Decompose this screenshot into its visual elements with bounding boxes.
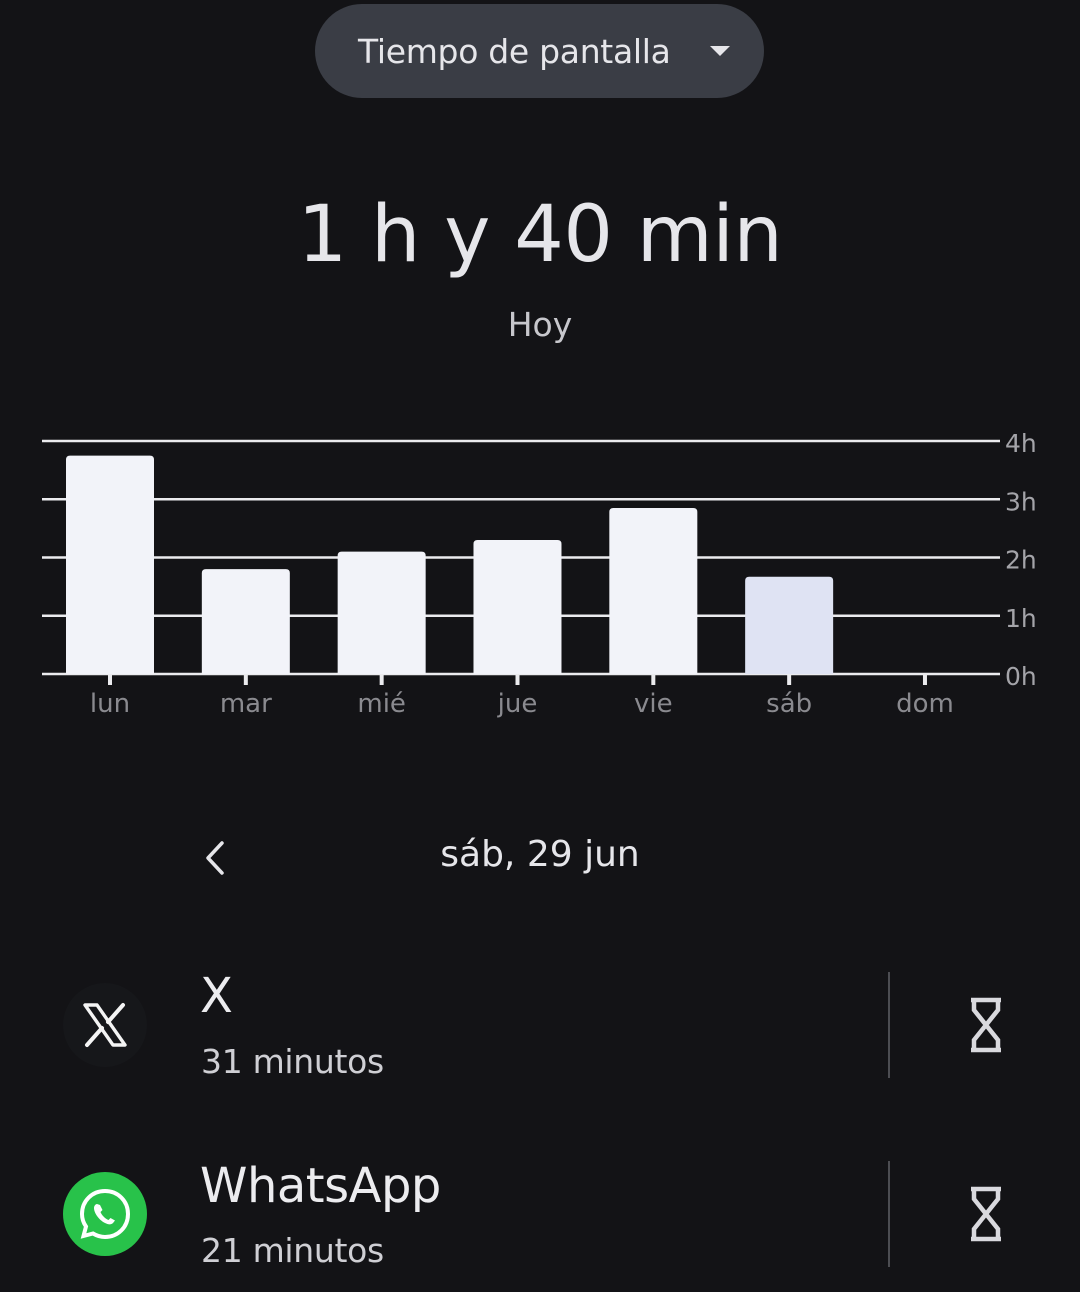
dropdown-caret-icon (710, 46, 730, 56)
app-usage-time: 31 minutos (201, 1042, 384, 1081)
hourglass-icon (971, 1186, 1001, 1242)
bar (745, 576, 834, 674)
x-tick-label: mié (357, 689, 406, 719)
selected-date: sáb, 29 jun (440, 834, 640, 875)
date-navigation: sáb, 29 jun (0, 826, 1080, 890)
bar (609, 507, 698, 674)
bar (201, 569, 290, 674)
x-tick-label: sáb (766, 689, 812, 719)
bar (337, 551, 426, 674)
y-tick-label: 0h (1005, 662, 1037, 691)
bar (66, 455, 154, 674)
app-usage-time: 21 minutos (201, 1231, 384, 1270)
divider (888, 1161, 890, 1267)
y-tick-label: 2h (1005, 546, 1037, 575)
app-timer-button[interactable] (950, 1178, 1022, 1250)
app-timer-button[interactable] (950, 989, 1022, 1061)
dropdown-label: Tiempo de pantalla (358, 31, 671, 71)
total-screen-time: 1 h y 40 min (297, 190, 783, 280)
app-name: X (200, 968, 233, 1024)
hourglass-icon (971, 997, 1001, 1053)
app-row-whatsapp[interactable]: WhatsApp 21 minutos (0, 1138, 1080, 1288)
chevron-left-icon (206, 841, 224, 875)
x-logo-icon (63, 983, 147, 1067)
previous-day-button[interactable] (190, 830, 240, 886)
x-tick-label: jue (497, 689, 538, 719)
weekly-usage-chart: 0h 1h 2h 3h 4h lun mar mié jue vie sáb dom (42, 429, 1037, 719)
x-tick-label: dom (896, 689, 954, 719)
app-row-x[interactable]: X 31 minutos (0, 948, 1080, 1098)
x-tick-label: lun (90, 689, 130, 719)
x-tick-label: vie (634, 689, 673, 719)
whatsapp-logo-icon (63, 1172, 147, 1256)
y-tick-label: 1h (1005, 604, 1037, 633)
y-tick-label: 3h (1005, 487, 1037, 516)
divider (888, 972, 890, 1078)
screen-time-dropdown[interactable]: Tiempo de pantalla (315, 4, 764, 98)
x-tick-label: mar (220, 689, 272, 719)
total-caption: Hoy (507, 305, 573, 344)
y-tick-label: 4h (1005, 429, 1037, 458)
app-name: WhatsApp (200, 1158, 441, 1214)
bar (473, 540, 562, 674)
